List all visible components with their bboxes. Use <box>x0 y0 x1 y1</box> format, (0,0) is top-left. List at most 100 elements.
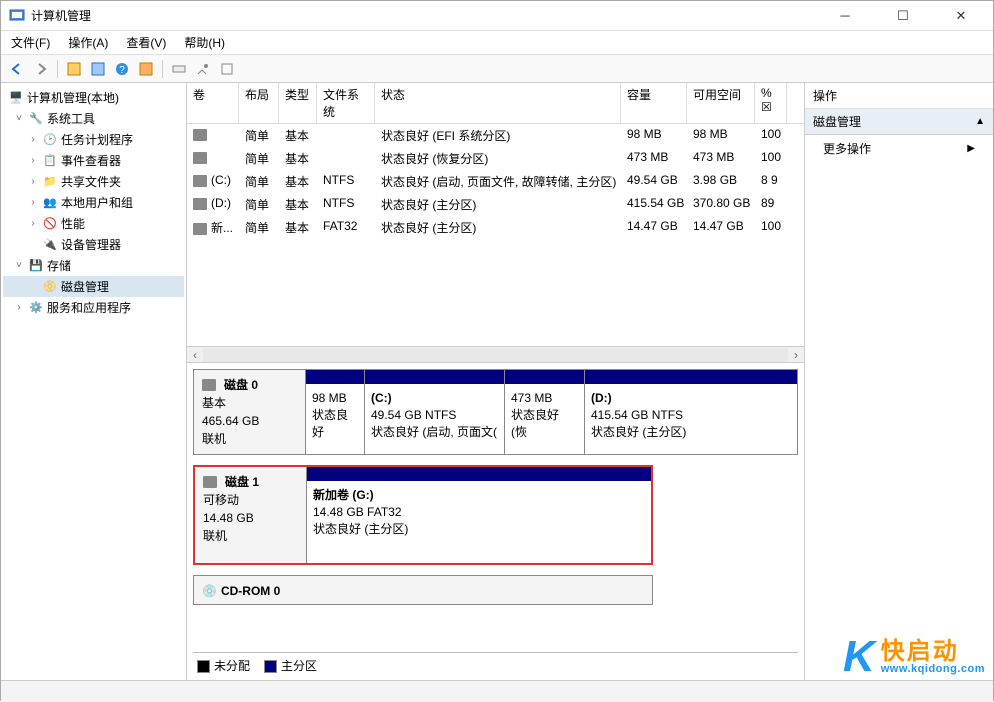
legend: 未分配 主分区 <box>193 652 798 678</box>
tree-label: 服务和应用程序 <box>47 299 131 316</box>
partition[interactable]: 新加卷 (G:) 14.48 GB FAT32 状态良好 (主分区) <box>307 467 651 563</box>
menu-file[interactable]: 文件(F) <box>9 32 52 53</box>
tree-diskmgmt[interactable]: 📀 磁盘管理 <box>3 276 184 297</box>
chevron-right-icon[interactable]: › <box>27 197 39 208</box>
volume-row[interactable]: 新... 简单 基本 FAT32 状态良好 (主分区) 14.47 GB 14.… <box>187 216 804 239</box>
col-capacity[interactable]: 容量 <box>621 83 687 123</box>
nav-tree[interactable]: 🖥️ 计算机管理(本地) ˅ 🔧 系统工具 › 🕑 任务计划程序 › 📋 事件查… <box>1 83 187 680</box>
partition-header <box>585 370 797 384</box>
col-free[interactable]: 可用空间 <box>687 83 755 123</box>
chevron-down-icon[interactable]: ˅ <box>13 260 25 271</box>
help-icon[interactable]: ? <box>112 59 132 79</box>
disk-icon <box>202 379 216 391</box>
menu-action[interactable]: 操作(A) <box>66 32 110 53</box>
cdrom-icon: 💿 <box>202 582 217 600</box>
volume-row[interactable]: (D:) 简单 基本 NTFS 状态良好 (主分区) 415.54 GB 370… <box>187 193 804 216</box>
tree-devmgr[interactable]: 🔌 设备管理器 <box>3 234 184 255</box>
toolbar-icon-2[interactable] <box>88 59 108 79</box>
maximize-button[interactable]: ☐ <box>883 2 923 30</box>
svg-text:?: ? <box>119 65 125 76</box>
watermark: K 快启动 www.kqidong.com <box>843 632 985 682</box>
volume-row[interactable]: 简单 基本 状态良好 (EFI 系统分区) 98 MB 98 MB 100 <box>187 124 804 147</box>
actions-more[interactable]: 更多操作 ▶ <box>805 135 993 162</box>
toolbar: ? <box>1 55 993 83</box>
tree-label: 事件查看器 <box>61 152 121 169</box>
tree-localusers[interactable]: › 👥 本地用户和组 <box>3 192 184 213</box>
partition[interactable]: (D:) 415.54 GB NTFS 状态良好 (主分区) <box>584 370 797 454</box>
col-type[interactable]: 类型 <box>279 83 317 123</box>
chevron-right-icon[interactable]: › <box>27 176 39 187</box>
disk-graphical-view[interactable]: 磁盘 0 基本 465.64 GB 联机 98 MB 状态良好 <box>187 363 804 680</box>
volume-icon <box>193 223 207 235</box>
event-icon: 📋 <box>42 154 58 168</box>
watermark-text: 快启动 <box>881 640 985 664</box>
disk-icon: 📀 <box>42 280 58 294</box>
actions-pane: 操作 磁盘管理 ▲ 更多操作 ▶ <box>805 83 993 680</box>
collapse-icon[interactable]: ▲ <box>975 116 985 127</box>
volume-icon <box>193 175 207 187</box>
toolbar-icon-3[interactable] <box>136 59 156 79</box>
volume-icon <box>193 129 207 141</box>
tree-eventviewer[interactable]: › 📋 事件查看器 <box>3 150 184 171</box>
menu-help[interactable]: 帮助(H) <box>182 32 227 53</box>
menu-view[interactable]: 查看(V) <box>124 32 168 53</box>
partition[interactable]: 473 MB 状态良好 (恢 <box>504 370 584 454</box>
partition-header <box>306 370 364 384</box>
col-fs[interactable]: 文件系统 <box>317 83 375 123</box>
volume-icon <box>193 152 207 164</box>
scroll-left-icon[interactable]: ‹ <box>187 348 203 362</box>
col-percent[interactable]: % ☒ <box>755 83 787 123</box>
volume-row[interactable]: (C:) 简单 基本 NTFS 状态良好 (启动, 页面文件, 故障转储, 主分… <box>187 170 804 193</box>
tree-root[interactable]: 🖥️ 计算机管理(本地) <box>3 87 184 108</box>
tree-label: 设备管理器 <box>61 236 121 253</box>
tree-storage[interactable]: ˅ 💾 存储 <box>3 255 184 276</box>
tree-scheduler[interactable]: › 🕑 任务计划程序 <box>3 129 184 150</box>
disk-0-label[interactable]: 磁盘 0 基本 465.64 GB 联机 <box>194 370 306 454</box>
tree-shared[interactable]: › 📁 共享文件夹 <box>3 171 184 192</box>
col-volume[interactable]: 卷 <box>187 83 239 123</box>
col-layout[interactable]: 布局 <box>239 83 279 123</box>
disk-1-label[interactable]: 磁盘 1 可移动 14.48 GB 联机 <box>195 467 307 563</box>
back-button[interactable] <box>7 59 27 79</box>
volume-header[interactable]: 卷 布局 类型 文件系统 状态 容量 可用空间 % ☒ <box>187 83 804 124</box>
toolbar-icon-4[interactable] <box>169 59 189 79</box>
volume-scrollbar[interactable]: ‹ › <box>187 346 804 362</box>
perf-icon: 🚫 <box>42 217 58 231</box>
toolbar-icon-1[interactable] <box>64 59 84 79</box>
cdrom-row[interactable]: 💿CD-ROM 0 DVD (E:) <box>193 575 653 605</box>
disk-1-row[interactable]: 磁盘 1 可移动 14.48 GB 联机 新加卷 (G:) 14.48 GB F… <box>193 465 653 565</box>
disk-icon <box>203 476 217 488</box>
scroll-right-icon[interactable]: › <box>788 348 804 362</box>
tree-performance[interactable]: › 🚫 性能 <box>3 213 184 234</box>
chevron-down-icon[interactable]: ˅ <box>13 113 25 124</box>
device-icon: 🔌 <box>42 238 58 252</box>
chevron-right-icon[interactable]: › <box>27 155 39 166</box>
partition[interactable]: (C:) 49.54 GB NTFS 状态良好 (启动, 页面文( <box>364 370 504 454</box>
chevron-right-icon[interactable]: › <box>13 302 25 313</box>
forward-button[interactable] <box>31 59 51 79</box>
volume-list[interactable]: 卷 布局 类型 文件系统 状态 容量 可用空间 % ☒ 简单 基本 状态良好 (… <box>187 83 804 363</box>
chevron-right-icon[interactable]: › <box>27 134 39 145</box>
chevron-right-icon[interactable]: › <box>27 218 39 229</box>
actions-section[interactable]: 磁盘管理 ▲ <box>805 109 993 135</box>
partition[interactable]: 98 MB 状态良好 <box>306 370 364 454</box>
scroll-track[interactable] <box>203 348 788 362</box>
disk-0-row[interactable]: 磁盘 0 基本 465.64 GB 联机 98 MB 状态良好 <box>193 369 798 455</box>
tree-systools[interactable]: ˅ 🔧 系统工具 <box>3 108 184 129</box>
toolbar-icon-6[interactable] <box>217 59 237 79</box>
actions-title: 操作 <box>805 83 993 109</box>
tree-services[interactable]: › ⚙️ 服务和应用程序 <box>3 297 184 318</box>
computer-icon: 🖥️ <box>8 91 24 105</box>
title-bar: 计算机管理 ─ ☐ ✕ <box>1 1 993 31</box>
toolbar-icon-5[interactable] <box>193 59 213 79</box>
volume-row[interactable]: 简单 基本 状态良好 (恢复分区) 473 MB 473 MB 100 <box>187 147 804 170</box>
window-controls: ─ ☐ ✕ <box>825 2 981 30</box>
cdrom-label[interactable]: 💿CD-ROM 0 DVD (E:) <box>194 576 652 604</box>
tree-label: 任务计划程序 <box>61 131 133 148</box>
watermark-url: www.kqidong.com <box>881 664 985 675</box>
services-icon: ⚙️ <box>28 301 44 315</box>
menu-bar: 文件(F) 操作(A) 查看(V) 帮助(H) <box>1 31 993 55</box>
col-status[interactable]: 状态 <box>375 83 621 123</box>
close-button[interactable]: ✕ <box>941 2 981 30</box>
minimize-button[interactable]: ─ <box>825 2 865 30</box>
